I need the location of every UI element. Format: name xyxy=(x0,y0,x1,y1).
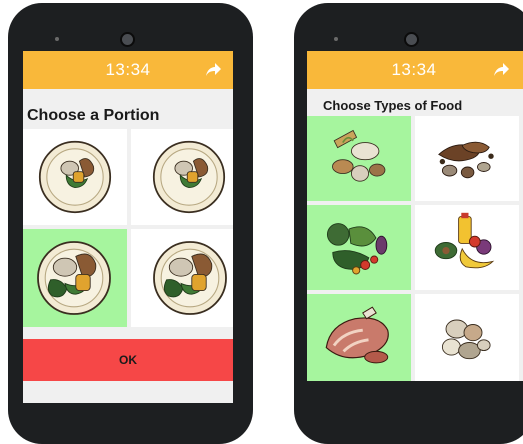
food-option-fruits[interactable] xyxy=(415,205,519,290)
ok-button[interactable]: OK xyxy=(23,339,233,381)
portion-option[interactable] xyxy=(23,129,127,225)
fruits-and-oils-icon xyxy=(434,212,494,269)
front-camera xyxy=(120,32,135,47)
sensor-dot xyxy=(55,37,59,41)
share-arrow-icon[interactable] xyxy=(203,60,223,80)
status-bar: 13:34 xyxy=(307,51,523,89)
portion-option[interactable] xyxy=(131,129,233,225)
portion-option[interactable] xyxy=(131,229,233,327)
food-type-screen: 13:34 Choose Types of Food xyxy=(307,51,523,381)
legumes-and-nuts-icon xyxy=(438,141,495,179)
phone-right: 13:34 Choose Types of Food xyxy=(294,3,523,444)
phone-left: 13:34 Choose a Portion OK xyxy=(8,3,253,444)
large-portion-plate-icon xyxy=(37,241,111,315)
status-time: 13:34 xyxy=(105,60,151,79)
vegetables-icon xyxy=(326,223,388,275)
sensor-dot xyxy=(334,37,338,41)
page-title: Choose a Portion xyxy=(27,107,160,124)
food-option-meat[interactable] xyxy=(307,294,411,381)
meat-icon xyxy=(324,305,390,365)
portion-screen: 13:34 Choose a Portion OK xyxy=(23,51,233,403)
front-camera xyxy=(404,32,419,47)
food-option-eggs[interactable] xyxy=(415,294,519,381)
share-arrow-icon[interactable] xyxy=(491,60,511,80)
small-portion-plate-icon xyxy=(152,140,226,214)
food-option-legumes[interactable] xyxy=(415,116,519,201)
status-bar: 13:34 xyxy=(23,51,233,89)
food-option-grains[interactable] xyxy=(307,116,411,201)
small-portion-plate-icon xyxy=(38,140,112,214)
portion-option-selected[interactable] xyxy=(23,229,127,327)
large-portion-plate-icon xyxy=(153,241,227,315)
eggs-icon xyxy=(441,319,491,360)
page-title: Choose Types of Food xyxy=(323,98,463,113)
grains-and-tubers-icon xyxy=(331,129,386,183)
food-option-vegetables[interactable] xyxy=(307,205,411,290)
